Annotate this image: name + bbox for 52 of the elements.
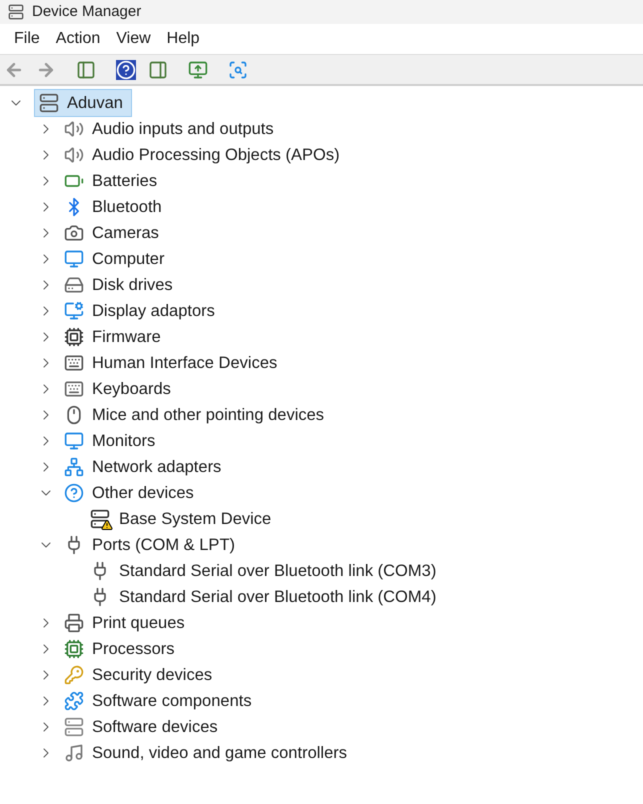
- tree-item[interactable]: Sound, video and game controllers: [92, 740, 347, 766]
- monitor-icon: [64, 301, 84, 321]
- key-icon: [64, 665, 84, 685]
- tree-item[interactable]: Audio inputs and outputs: [92, 116, 274, 142]
- keyboard-icon: [64, 379, 84, 399]
- tree-item[interactable]: Display adaptors: [92, 298, 215, 324]
- tree-item[interactable]: Disk drives: [92, 272, 173, 298]
- tree-item[interactable]: Firmware: [92, 324, 161, 350]
- tree-item[interactable]: Processors: [92, 636, 175, 662]
- tree-item[interactable]: Cameras: [92, 220, 159, 246]
- keyboard-icon: [64, 353, 84, 373]
- menu-item[interactable]: Help: [160, 27, 206, 51]
- question-icon: [64, 483, 84, 503]
- update-icon[interactable]: [188, 60, 208, 80]
- tree-item[interactable]: Mice and other pointing devices: [92, 402, 324, 428]
- tree-item[interactable]: Print queues: [92, 610, 185, 636]
- tree-item[interactable]: Network adapters: [92, 454, 222, 480]
- menu-item[interactable]: Action: [50, 27, 106, 51]
- camera-icon: [64, 223, 84, 243]
- network-icon: [64, 457, 84, 477]
- scan-icon[interactable]: [228, 60, 248, 80]
- tree-item[interactable]: Ports (COM & LPT): [92, 532, 236, 558]
- chip-icon: [64, 639, 84, 659]
- tree-item[interactable]: Software devices: [92, 714, 218, 740]
- tree-item[interactable]: Base System Device: [119, 506, 272, 532]
- tree-item[interactable]: Monitors: [92, 428, 156, 454]
- window-title: Device Manager: [32, 2, 142, 22]
- tree-item[interactable]: Computer: [92, 246, 164, 272]
- panel-icon[interactable]: [76, 60, 96, 80]
- panel-icon[interactable]: [148, 60, 168, 80]
- tree-item[interactable]: Security devices: [92, 662, 212, 688]
- puzzle-icon: [64, 691, 84, 711]
- tree-item[interactable]: Audio Processing Objects (APOs): [92, 142, 340, 168]
- server-icon: [64, 717, 84, 737]
- tree-item[interactable]: Keyboards: [92, 376, 171, 402]
- menu-item[interactable]: File: [8, 27, 46, 51]
- monitor-icon: [64, 249, 84, 269]
- chip-icon: [64, 327, 84, 347]
- drive-icon: [64, 275, 84, 295]
- tree-item[interactable]: Aduvan: [34, 89, 132, 117]
- tree-item[interactable]: Bluetooth: [92, 194, 162, 220]
- printer-icon: [64, 613, 84, 633]
- tree-item[interactable]: Standard Serial over Bluetooth link (COM4): [119, 584, 436, 610]
- tree-item[interactable]: Standard Serial over Bluetooth link (COM3): [119, 558, 436, 584]
- menu-item[interactable]: View: [110, 27, 157, 51]
- tree-item[interactable]: Batteries: [92, 168, 158, 194]
- tree-item-label: Aduvan: [67, 93, 123, 114]
- tree-item[interactable]: Human Interface Devices: [92, 350, 278, 376]
- tree-item[interactable]: Software components: [92, 688, 252, 714]
- monitor-icon: [64, 431, 84, 451]
- tree-item[interactable]: Other devices: [92, 480, 194, 506]
- help-icon[interactable]: [116, 60, 136, 80]
